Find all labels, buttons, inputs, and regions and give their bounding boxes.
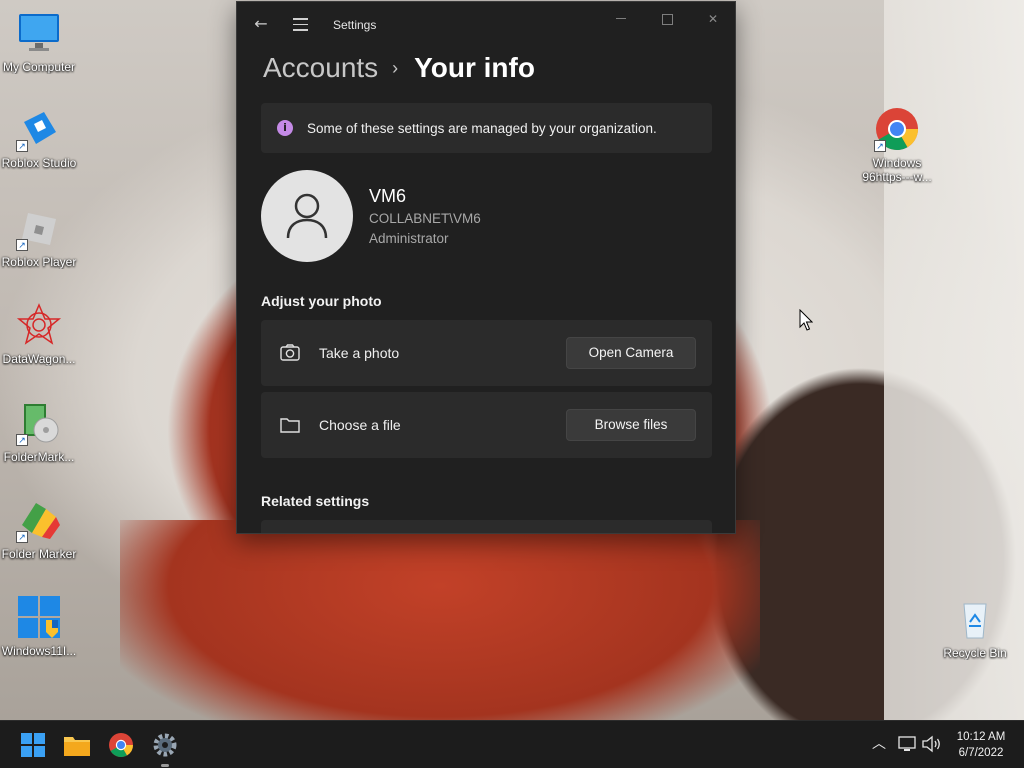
info-icon: i [277, 120, 293, 136]
chrome-icon: ↗ [874, 106, 920, 152]
clock-date: 6/7/2022 [958, 747, 1004, 759]
monitor-icon [16, 10, 62, 56]
browse-files-button[interactable]: Browse files [566, 409, 696, 441]
maximize-button[interactable] [647, 8, 687, 30]
adjust-photo-heading: Adjust your photo [261, 293, 382, 309]
window-title: Settings [333, 18, 377, 32]
desktop-icon-label: FolderMark... [3, 450, 75, 464]
take-photo-row: Take a photo Open Camera [261, 320, 712, 386]
related-settings-card[interactable] [261, 520, 712, 533]
show-hidden-icons-chevron-icon[interactable]: ︿ [870, 733, 888, 755]
camera-icon [279, 342, 301, 364]
avatar [261, 170, 353, 262]
chrome-icon[interactable] [104, 729, 138, 761]
minimize-button[interactable] [601, 8, 641, 30]
breadcrumb-accounts-link[interactable]: Accounts [263, 52, 378, 84]
volume-icon[interactable] [921, 734, 943, 754]
open-camera-button[interactable]: Open Camera [566, 337, 696, 369]
network-icon[interactable] [897, 734, 917, 754]
folder-icon [279, 414, 301, 436]
banner-text: Some of these settings are managed by yo… [307, 120, 657, 136]
desktop-icon-label-line2: 96https---w... [862, 170, 932, 184]
folder-marker-icon: ↗ [16, 497, 62, 543]
user-profile: VM6 COLLABNET\VM6 Administrator [261, 170, 712, 262]
desktop-icon-foldermarker-pro[interactable]: ↗ FolderMark... [0, 400, 81, 464]
desktop-icon-label-line1: Windows [872, 156, 922, 170]
roblox-studio-icon: ↗ [16, 106, 62, 152]
settings-gear-icon[interactable] [148, 729, 182, 767]
mouse-pointer-icon [799, 309, 813, 331]
back-arrow-icon[interactable]: ← [251, 14, 271, 34]
desktop-icon-my-computer[interactable]: My Computer [0, 10, 81, 74]
wallpaper-shape [120, 520, 760, 720]
taskbar: ︿ 10:12 AM 6/7/2022 [0, 720, 1024, 768]
choose-file-label: Choose a file [319, 417, 401, 433]
desktop-icon-roblox-player[interactable]: ↗ Roblox Player [0, 205, 81, 269]
title-bar[interactable]: ← Settings ✕ [237, 2, 735, 48]
related-settings-heading: Related settings [261, 493, 370, 509]
recycle-bin-icon [952, 596, 998, 642]
windows-logo-icon [16, 594, 62, 640]
user-role: Administrator [369, 231, 449, 246]
close-button[interactable]: ✕ [693, 8, 733, 30]
breadcrumb-chevron-icon: › [392, 57, 399, 78]
desktop-icon-folder-marker[interactable]: ↗ Folder Marker [0, 497, 81, 561]
shortcut-arrow-icon: ↗ [16, 531, 28, 543]
system-clock[interactable]: 10:12 AM 6/7/2022 [948, 729, 1014, 761]
managed-by-org-banner: i Some of these settings are managed by … [261, 103, 712, 153]
file-explorer-icon[interactable] [60, 729, 94, 761]
shortcut-arrow-icon: ↗ [16, 434, 28, 446]
desktop-icon-datawagon[interactable]: DataWagon... [0, 302, 81, 366]
shortcut-arrow-icon: ↗ [16, 239, 28, 251]
desktop-icon-label: Recycle Bin [943, 646, 1007, 660]
folder-marker-cd-icon: ↗ [16, 400, 62, 446]
choose-file-row: Choose a file Browse files [261, 392, 712, 458]
person-icon [286, 193, 328, 239]
datawagon-icon [16, 302, 62, 348]
shortcut-arrow-icon: ↗ [874, 140, 886, 152]
take-photo-label: Take a photo [319, 345, 400, 361]
user-name: VM6 [369, 186, 407, 206]
desktop-icon-label: Folder Marker [1, 547, 77, 561]
desktop-icon-label: Roblox Studio [1, 156, 77, 170]
breadcrumb: Accounts › Your info [263, 50, 535, 86]
page-title: Your info [414, 52, 535, 83]
desktop-icon-recycle-bin[interactable]: Recycle Bin [933, 596, 1017, 660]
roblox-player-icon: ↗ [16, 205, 62, 251]
start-icon[interactable] [16, 729, 50, 761]
desktop-icon-label: Roblox Player [1, 255, 77, 269]
user-domain: COLLABNET\VM6 [369, 211, 481, 226]
desktop-icon-windows11-installer[interactable]: Windows11I... [0, 594, 81, 658]
desktop-icon-label: DataWagon... [2, 352, 76, 366]
clock-time: 10:12 AM [956, 731, 1006, 743]
active-app-indicator [161, 764, 169, 767]
desktop-icon-label: My Computer [2, 60, 76, 74]
hamburger-menu-icon[interactable] [291, 14, 311, 34]
shortcut-arrow-icon: ↗ [16, 140, 28, 152]
settings-window[interactable]: ← Settings ✕ Accounts › Your info i Some… [236, 1, 736, 534]
desktop-icon-roblox-studio[interactable]: ↗ Roblox Studio [0, 106, 81, 170]
desktop-icon-windows96[interactable]: ↗ Windows 96https---w... [855, 106, 939, 184]
desktop-icon-label: Windows11I... [1, 644, 77, 658]
